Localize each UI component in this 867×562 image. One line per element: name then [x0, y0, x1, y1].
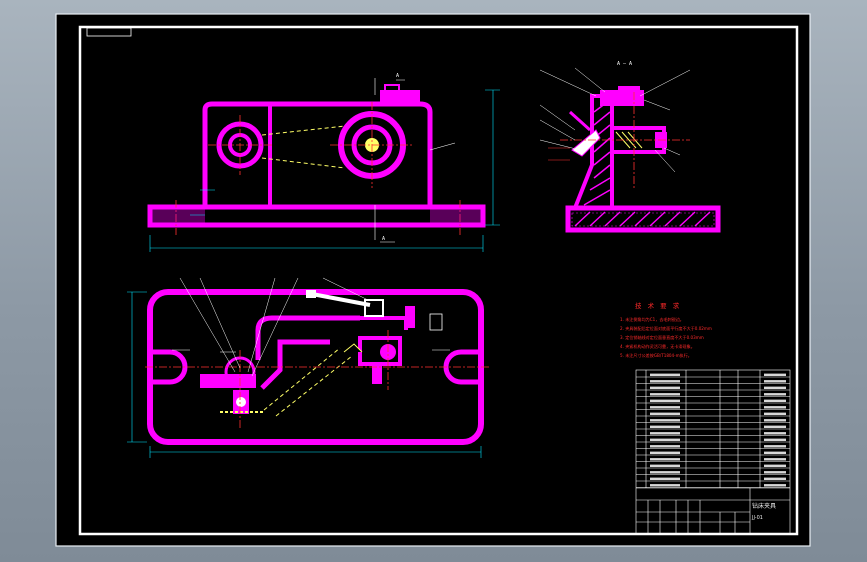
parts-row-mark — [650, 406, 680, 409]
parts-row-mark — [650, 380, 680, 383]
title-block-drawing-no: JJ-01 — [751, 515, 763, 521]
title-block-name: 钻床夹具 — [752, 502, 776, 510]
tech-line-1: 1. 未注倒角均为C1，去毛刺锐边。 — [620, 316, 684, 322]
parts-row-mark — [650, 464, 680, 467]
parts-row-mark — [764, 438, 786, 441]
parts-row-mark — [764, 373, 786, 376]
tech-requirements-title: 技 术 要 求 — [635, 301, 681, 310]
parts-row-mark — [764, 393, 786, 396]
parts-row-mark — [650, 393, 680, 396]
parts-row-mark — [764, 386, 786, 389]
tech-line-2: 2. 夹具装配后定位面对底面平行度不大于0.02mm — [620, 325, 712, 331]
tech-line-3: 3. 定位销轴线对定位面垂直度不大于0.03mm — [620, 334, 704, 340]
drawing-border-outer — [55, 13, 811, 547]
parts-row-mark — [764, 458, 786, 461]
parts-row-mark — [650, 373, 680, 376]
parts-row-mark — [764, 464, 786, 467]
drawing-sheet: A A A — A 技 术 要 求 1. 未注倒角均为C1，去毛刺锐边。 2. … — [55, 13, 811, 547]
parts-row-mark — [764, 477, 786, 480]
section-mark-bottom: A — [382, 236, 385, 242]
parts-row-mark — [650, 432, 680, 435]
parts-row-mark — [650, 438, 680, 441]
parts-row-mark — [650, 386, 680, 389]
parts-row-mark — [764, 451, 786, 454]
parts-row-mark — [764, 419, 786, 422]
section-mark-top: A — [396, 73, 399, 79]
parts-row-mark — [764, 380, 786, 383]
parts-row-mark — [650, 412, 680, 415]
tech-line-5: 5. 未注尺寸公差按GB/T1804-m执行。 — [620, 352, 692, 358]
parts-row-mark — [764, 471, 786, 474]
parts-row-mark — [650, 419, 680, 422]
tech-line-4: 4. 夹紧机构动作灵活可靠，无卡滞现象。 — [620, 343, 695, 349]
parts-row-mark — [650, 477, 680, 480]
parts-row-mark — [650, 471, 680, 474]
parts-row-mark — [764, 399, 786, 402]
parts-row-mark — [764, 412, 786, 415]
parts-row-mark — [764, 484, 786, 487]
parts-row-mark — [650, 425, 680, 428]
parts-row-mark — [650, 484, 680, 487]
parts-row-mark — [764, 406, 786, 409]
parts-row-mark — [650, 451, 680, 454]
cad-viewport[interactable]: A A A — A 技 术 要 求 1. 未注倒角均为C1，去毛刺锐边。 2. … — [0, 0, 867, 562]
parts-row-mark — [650, 445, 680, 448]
parts-row-mark — [764, 445, 786, 448]
parts-row-mark — [650, 399, 680, 402]
parts-row-mark — [764, 432, 786, 435]
section-label: A — A — [617, 61, 632, 67]
parts-row-mark — [650, 458, 680, 461]
parts-row-mark — [764, 425, 786, 428]
